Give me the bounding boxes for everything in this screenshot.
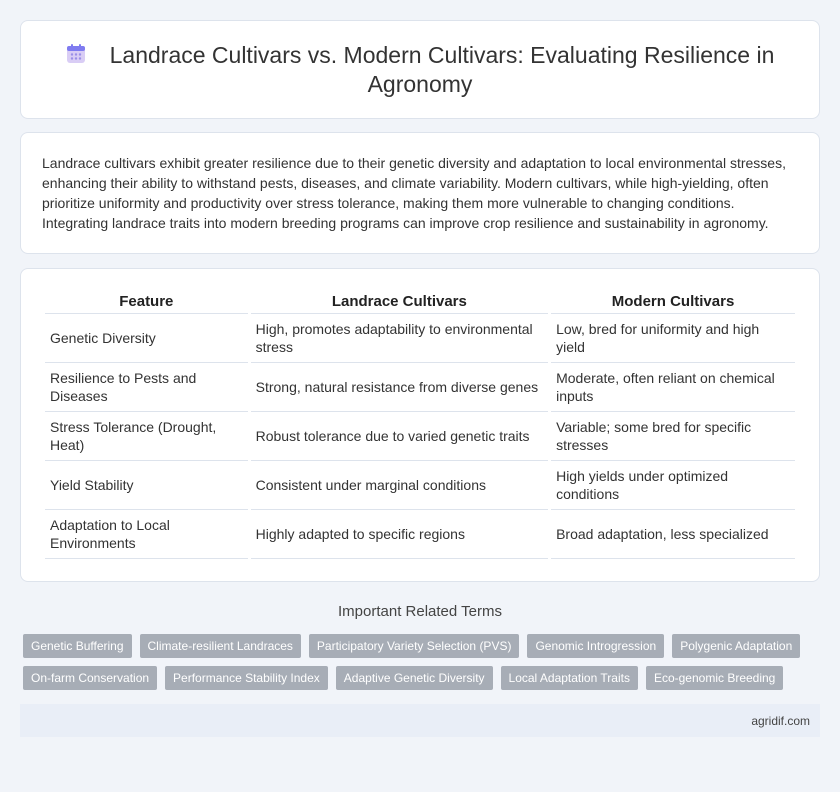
table-header-row: Feature Landrace Cultivars Modern Cultiv… <box>45 289 795 314</box>
comparison-card: Feature Landrace Cultivars Modern Cultiv… <box>20 268 820 582</box>
table-cell: Strong, natural resistance from diverse … <box>250 363 549 412</box>
table-cell: Low, bred for uniformity and high yield <box>551 314 795 363</box>
table-cell: Highly adapted to specific regions <box>250 510 549 559</box>
related-term-tag[interactable]: Eco-genomic Breeding <box>645 666 784 690</box>
intro-text: Landrace cultivars exhibit greater resil… <box>42 155 786 231</box>
table-row: Yield Stability Consistent under margina… <box>45 461 795 510</box>
table-cell: Resilience to Pests and Diseases <box>45 363 248 412</box>
column-header: Feature <box>45 289 248 314</box>
related-term-tag[interactable]: Participatory Variety Selection (PVS) <box>308 634 520 658</box>
table-cell: Stress Tolerance (Drought, Heat) <box>45 412 248 461</box>
table-cell: Variable; some bred for specific stresse… <box>551 412 795 461</box>
related-term-tag[interactable]: On-farm Conservation <box>23 666 158 690</box>
related-term-tag[interactable]: Performance Stability Index <box>165 666 328 690</box>
page-title: Landrace Cultivars vs. Modern Cultivars:… <box>51 41 789 99</box>
table-cell: Broad adaptation, less specialized <box>551 510 795 559</box>
comparison-table: Feature Landrace Cultivars Modern Cultiv… <box>42 289 798 559</box>
related-term-tag[interactable]: Polygenic Adaptation <box>672 634 801 658</box>
intro-card: Landrace cultivars exhibit greater resil… <box>20 132 820 254</box>
table-row: Adaptation to Local Environments Highly … <box>45 510 795 559</box>
footer: agridif.com <box>20 704 820 737</box>
related-terms-title: Important Related Terms <box>338 603 502 620</box>
column-header: Landrace Cultivars <box>250 289 549 314</box>
related-term-tag[interactable]: Local Adaptation Traits <box>500 666 638 690</box>
table-cell: Yield Stability <box>45 461 248 510</box>
calendar-icon <box>66 42 86 63</box>
table-row: Resilience to Pests and Diseases Strong,… <box>45 363 795 412</box>
table-cell: High yields under optimized conditions <box>551 461 795 510</box>
related-terms-list: Genetic Buffering Climate-resilient Land… <box>20 634 820 690</box>
title-card: Landrace Cultivars vs. Modern Cultivars:… <box>20 20 820 119</box>
table-row: Stress Tolerance (Drought, Heat) Robust … <box>45 412 795 461</box>
table-cell: Adaptation to Local Environments <box>45 510 248 559</box>
column-header: Modern Cultivars <box>551 289 795 314</box>
table-cell: Moderate, often reliant on chemical inpu… <box>551 363 795 412</box>
page-title-text: Landrace Cultivars vs. Modern Cultivars:… <box>109 41 775 97</box>
table-cell: Consistent under marginal conditions <box>250 461 549 510</box>
table-cell: High, promotes adaptability to environme… <box>250 314 549 363</box>
table-cell: Genetic Diversity <box>45 314 248 363</box>
related-term-tag[interactable]: Genomic Introgression <box>527 634 665 658</box>
table-row: Genetic Diversity High, promotes adaptab… <box>45 314 795 363</box>
table-cell: Robust tolerance due to varied genetic t… <box>250 412 549 461</box>
related-term-tag[interactable]: Adaptive Genetic Diversity <box>335 666 493 690</box>
footer-site-link[interactable]: agridif.com <box>751 714 810 728</box>
related-term-tag[interactable]: Climate-resilient Landraces <box>139 634 301 658</box>
related-term-tag[interactable]: Genetic Buffering <box>23 634 132 658</box>
